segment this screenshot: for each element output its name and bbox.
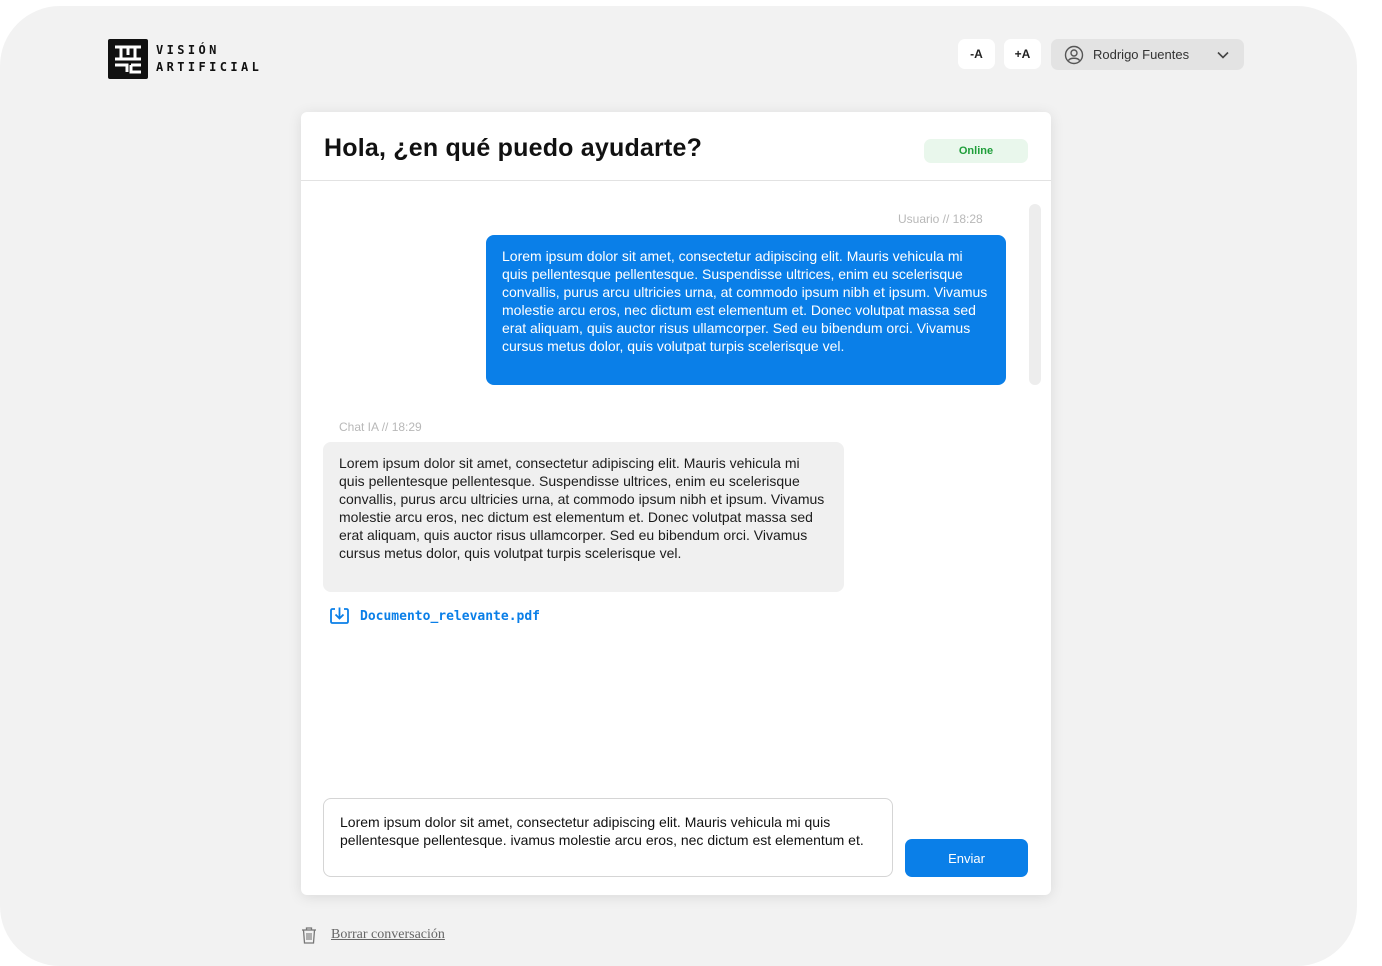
brand-line-1: VISIÓN (156, 43, 220, 57)
user-message-meta: Usuario // 18:28 (898, 212, 983, 226)
send-button[interactable]: Enviar (905, 839, 1028, 877)
attachment-link[interactable]: Documento_relevante.pdf (329, 606, 540, 626)
brand-name: VISIÓN ARTIFICIAL (156, 42, 262, 76)
attachment-filename: Documento_relevante.pdf (360, 608, 541, 624)
user-name: Rodrigo Fuentes (1093, 47, 1190, 62)
brand-logo[interactable]: VISIÓN ARTIFICIAL (108, 39, 262, 79)
font-increase-button[interactable]: +A (1004, 39, 1041, 69)
trash-icon (301, 926, 317, 944)
ai-message-meta: Chat IA // 18:29 (339, 420, 422, 434)
app-window: VISIÓN ARTIFICIAL -A +A Rodrigo Fuentes … (0, 6, 1357, 966)
message-input[interactable]: Lorem ipsum dolor sit amet, consectetur … (323, 798, 893, 877)
font-decrease-button[interactable]: -A (958, 39, 995, 69)
ai-message-bubble: Lorem ipsum dolor sit amet, consectetur … (323, 442, 844, 592)
user-message-bubble: Lorem ipsum dolor sit amet, consectetur … (486, 235, 1006, 385)
page-title: Hola, ¿en qué puedo ayudarte? (324, 134, 703, 162)
chat-header: Hola, ¿en qué puedo ayudarte? Online (301, 112, 1051, 181)
brand-line-2: ARTIFICIAL (156, 60, 263, 74)
user-menu[interactable]: Rodrigo Fuentes (1051, 39, 1244, 70)
clear-conversation-link[interactable]: Borrar conversación (301, 926, 445, 944)
chevron-down-icon (1216, 48, 1230, 62)
download-icon (329, 606, 350, 626)
clear-conversation-label: Borrar conversación (331, 927, 445, 942)
status-badge: Online (924, 139, 1028, 163)
vision-artificial-logo (108, 39, 148, 79)
chat-scrollbar[interactable] (1029, 204, 1041, 385)
chat-panel: Hola, ¿en qué puedo ayudarte? Online Usu… (301, 112, 1051, 895)
user-circle-icon (1064, 45, 1084, 65)
